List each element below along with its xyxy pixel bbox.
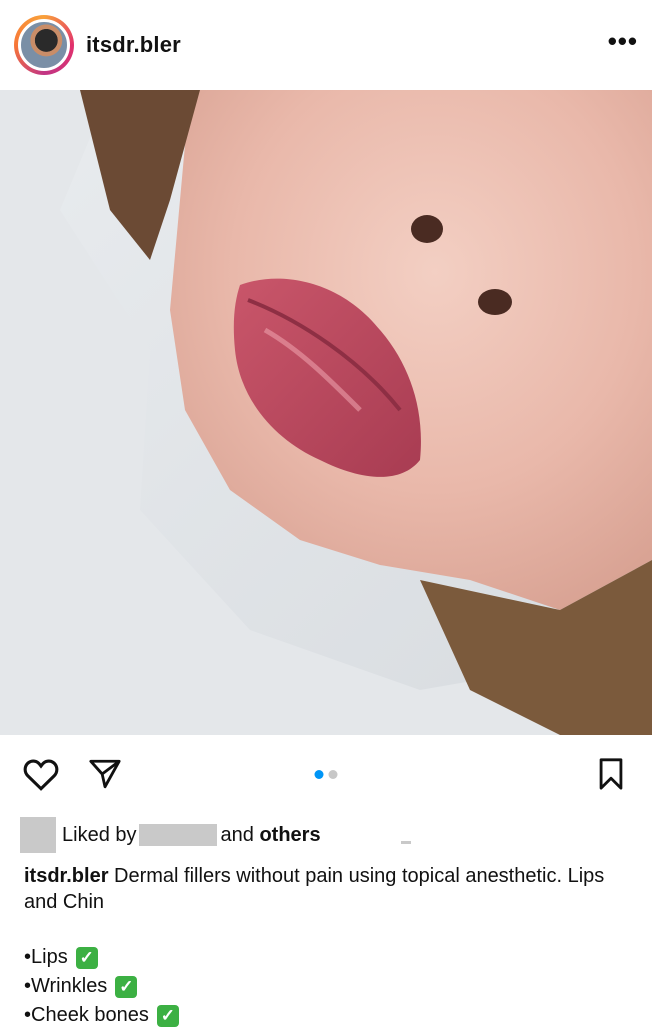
post-header: itsdr.bler ••• [0,0,652,90]
bookmark-icon[interactable] [590,753,632,795]
likes-prefix: Liked by [62,823,137,846]
avatar-image [18,19,70,71]
heart-icon[interactable] [20,753,62,795]
action-bar [0,735,652,813]
list-item-label: •Lips [24,946,68,968]
list-item-label: •Wrinkles [24,975,108,997]
carousel-dot-active[interactable] [314,769,324,779]
send-icon[interactable] [84,753,126,795]
liker-avatar-redacted[interactable] [20,817,56,853]
post-username[interactable]: itsdr.bler [86,32,181,58]
post-photo-image [0,90,652,735]
likes-row: Liked by and others [0,813,652,857]
likes-others-link[interactable]: others [259,824,320,847]
check-icon: ✓ [75,946,98,969]
list-item: •Cheek bones ✓ [24,1001,628,1030]
post-photo[interactable] [0,90,652,735]
check-icon: ✓ [115,975,138,998]
list-item: •Lips ✓ [24,943,628,972]
liker-name-redacted[interactable] [138,824,217,846]
carousel-dot[interactable] [328,769,338,779]
more-icon[interactable]: ••• [608,28,638,62]
redaction-mark [400,840,411,844]
check-icon: ✓ [156,1004,179,1027]
caption-text: Dermal fillers without pain using topica… [24,865,605,913]
list-item: •Wrinkles ✓ [24,972,628,1001]
caption-username[interactable]: itsdr.bler [24,865,108,887]
list-item-label: •Cheek bones [24,1004,149,1026]
avatar[interactable] [14,15,74,75]
caption: itsdr.bler Dermal fillers without pain u… [0,857,652,1030]
caption-list: •Lips ✓ •Wrinkles ✓ •Cheek bones ✓ [24,943,628,1030]
carousel-indicator [314,769,338,779]
likes-middle: and [220,823,254,846]
